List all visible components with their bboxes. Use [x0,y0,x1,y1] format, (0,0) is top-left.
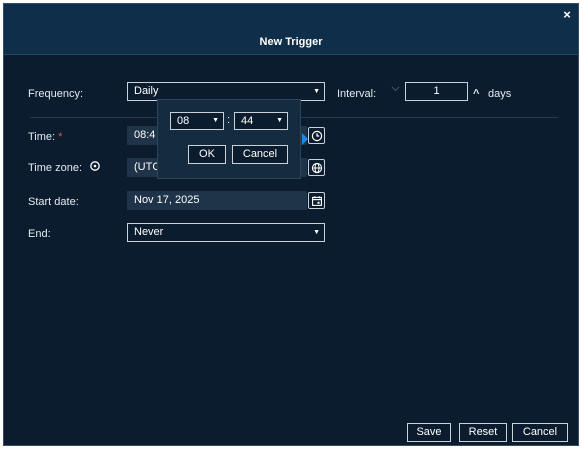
hour-value: 08 [177,115,190,127]
time-label-text: Time: [28,131,56,143]
interval-decrement-icon[interactable] [391,84,400,93]
chevron-down-icon: ▼ [313,88,320,95]
chevron-down-icon: ▼ [313,229,320,236]
time-picker-popup: 08 ▼ : 44 ▼ OK Cancel [157,99,308,179]
dialog-header: × New Trigger [4,4,578,55]
globe-icon[interactable] [308,159,325,176]
interval-label: Interval: [337,88,377,100]
interval-input[interactable]: 1 [405,82,468,101]
dialog-title: New Trigger [259,36,323,48]
save-button[interactable]: Save [407,423,451,442]
hour-select[interactable]: 08 ▼ [170,112,224,130]
time-separator: : [227,114,231,126]
start-date-input[interactable]: Nov 17, 2025 [127,191,307,210]
frequency-value: Daily [134,85,159,97]
popup-pointer [302,133,308,145]
clock-icon[interactable] [308,127,325,144]
calendar-icon[interactable] [308,192,325,209]
new-trigger-dialog: × New Trigger Frequency: Daily ▼ Interva… [3,3,579,446]
cancel-button[interactable]: Cancel [512,423,568,442]
end-select[interactable]: Never ▼ [127,223,325,242]
chevron-down-icon: ▼ [212,117,219,124]
time-cancel-button[interactable]: Cancel [232,145,288,164]
frequency-label: Frequency: [28,88,84,100]
timezone-label: Time zone: [28,162,83,174]
close-icon[interactable]: × [560,8,574,22]
interval-increment-icon[interactable]: ^ [473,88,479,100]
required-marker: * [58,131,63,143]
help-icon[interactable] [90,161,100,171]
start-date-label: Start date: [28,196,79,208]
time-ok-button[interactable]: OK [188,145,226,164]
reset-button[interactable]: Reset [459,423,507,442]
minute-value: 44 [241,115,254,127]
interval-unit: days [488,88,512,100]
end-label: End: [28,228,51,240]
minute-select[interactable]: 44 ▼ [234,112,288,130]
chevron-down-icon: ▼ [276,117,283,124]
time-label: Time: * [28,131,62,143]
end-value: Never [134,226,164,238]
